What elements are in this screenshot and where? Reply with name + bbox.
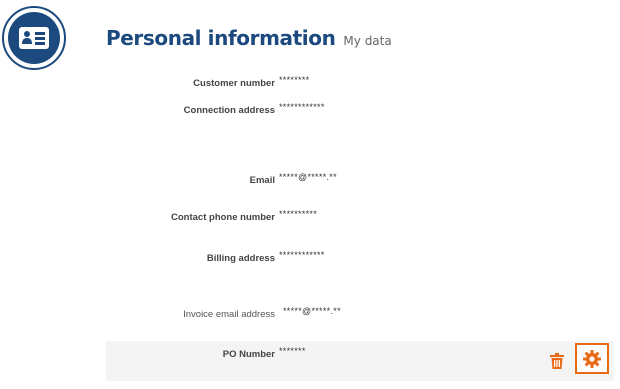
- customer-number-label: Customer number: [193, 78, 275, 89]
- invoice-email-label: Invoice email address: [183, 309, 275, 320]
- invoice-email-row: Invoice email address *****@*****.**: [0, 306, 620, 327]
- page-subtitle: My data: [343, 34, 392, 48]
- customer-number-value: ********: [279, 75, 310, 85]
- contact-phone-row: Contact phone number **********: [0, 209, 620, 230]
- contact-phone-label: Contact phone number: [171, 212, 275, 223]
- settings-button[interactable]: [575, 343, 609, 374]
- connection-address-row: Connection address ************: [0, 102, 620, 123]
- connection-address-value: ************: [279, 102, 325, 112]
- invoice-email-value: *****@*****.**: [283, 306, 341, 316]
- billing-address-row: Billing address ************: [0, 250, 620, 271]
- app-logo: [2, 6, 66, 70]
- po-number-value: *******: [279, 346, 306, 356]
- delete-po-button[interactable]: [548, 352, 566, 370]
- trash-icon: [550, 353, 564, 369]
- gear-icon: [583, 349, 601, 368]
- connection-address-label: Connection address: [183, 105, 275, 116]
- contact-phone-value: **********: [279, 209, 318, 219]
- billing-address-label: Billing address: [206, 253, 275, 264]
- po-number-label: PO Number: [222, 349, 275, 360]
- page-title: Personal information: [106, 26, 336, 50]
- email-value: *****@*****.**: [279, 172, 337, 182]
- po-number-row: PO Number *******: [0, 346, 620, 367]
- billing-address-value: ************: [279, 250, 325, 260]
- logo-badge: [8, 12, 60, 64]
- email-label: Email: [249, 175, 275, 186]
- id-card-icon: [19, 27, 49, 49]
- email-row: Email *****@*****.**: [0, 172, 620, 193]
- customer-number-row: Customer number ********: [0, 75, 620, 96]
- page-header: Personal information My data: [106, 26, 392, 50]
